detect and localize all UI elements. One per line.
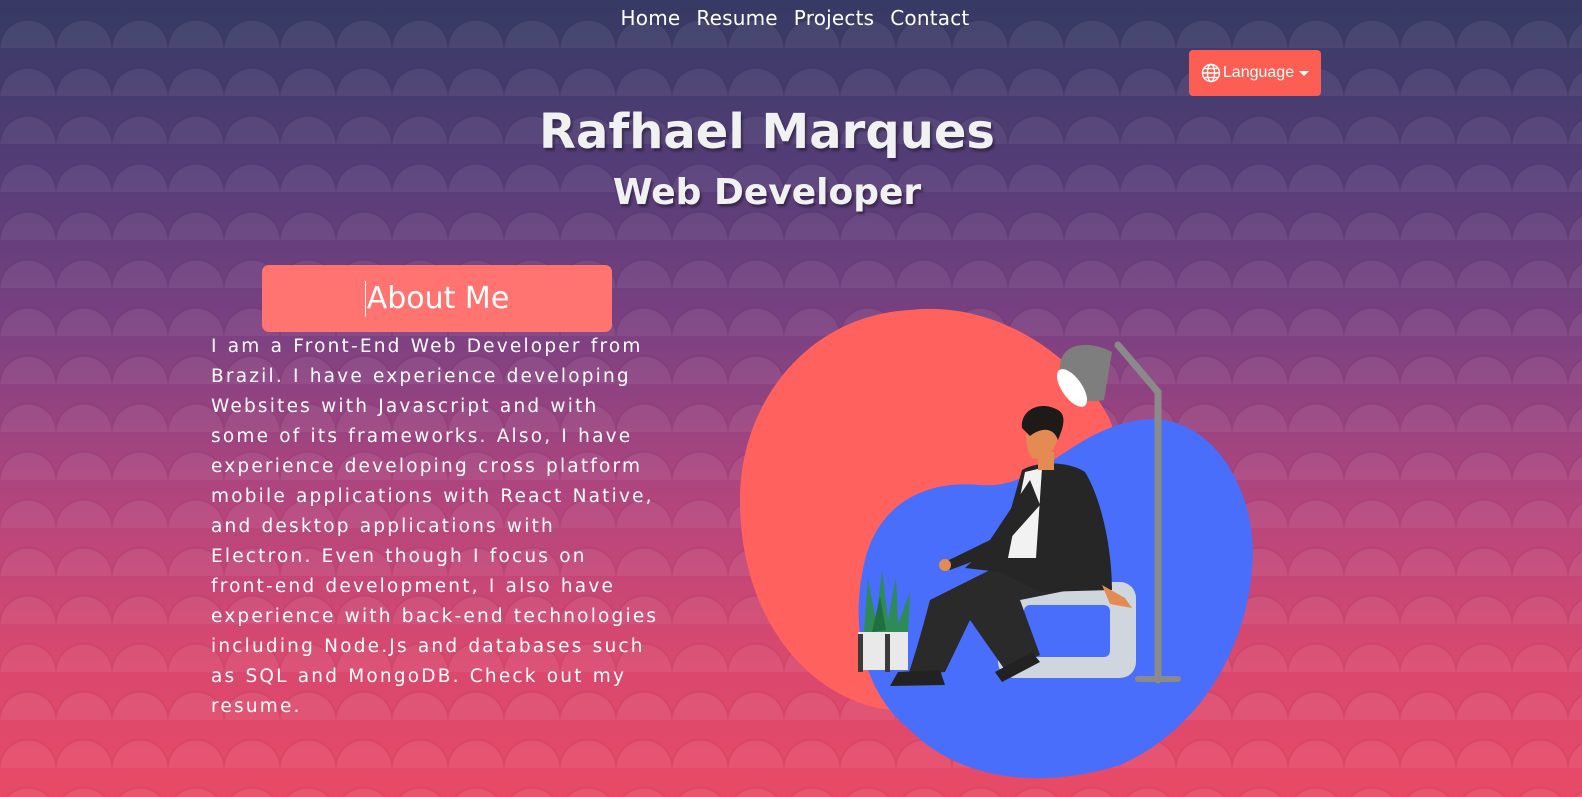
nav-home-link[interactable]: Home xyxy=(621,4,681,32)
caret-down-icon xyxy=(1299,71,1310,76)
about-me-title: About Me xyxy=(364,280,510,317)
hero-role: Web Developer xyxy=(612,172,922,213)
lamp-base xyxy=(1135,676,1181,682)
hero-name: Rafhael Marques xyxy=(539,104,995,160)
about-me-header: About Me xyxy=(262,265,612,332)
nav-resume-link[interactable]: Resume xyxy=(696,4,777,32)
developer-illustration xyxy=(740,300,1270,790)
nav-projects-link[interactable]: Projects xyxy=(794,4,874,32)
plant-pot xyxy=(858,632,908,670)
person-hand-left xyxy=(939,559,951,571)
nav-contact-link[interactable]: Contact xyxy=(890,4,969,32)
plant-pot-leg xyxy=(858,634,863,672)
about-me-paragraph: I am a Front-End Web Developer from Braz… xyxy=(211,336,659,717)
top-nav: Home Resume Projects Contact xyxy=(0,4,1582,32)
person-shoe-left xyxy=(890,670,945,686)
plant-pot-leg xyxy=(885,634,890,672)
globe-icon xyxy=(1201,63,1221,83)
language-dropdown-button[interactable]: Language xyxy=(1189,50,1321,96)
language-label: Language xyxy=(1222,64,1295,81)
